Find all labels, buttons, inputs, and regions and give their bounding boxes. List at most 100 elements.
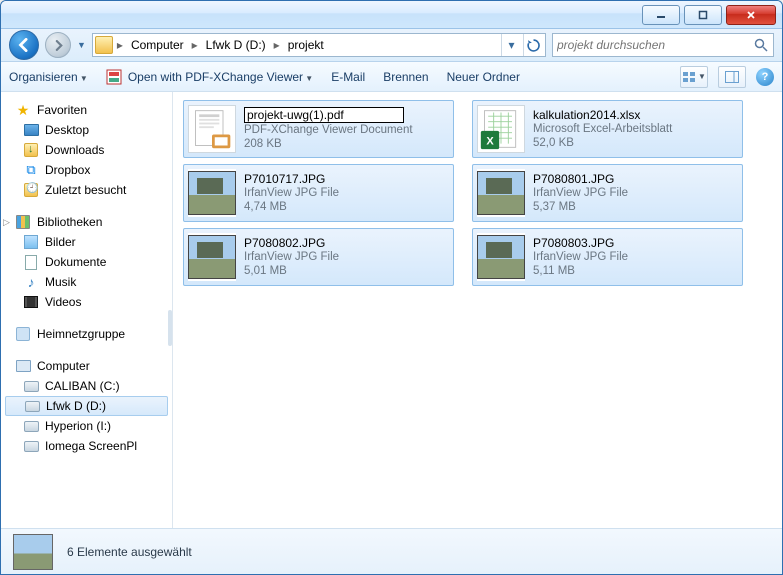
history-dropdown-icon[interactable]: ▼ <box>77 40 86 50</box>
file-pane[interactable]: projekt-uwg(1).pdfPDF-XChange Viewer Doc… <box>173 92 782 528</box>
file-name: P7080802.JPG <box>244 236 449 250</box>
search-input[interactable] <box>557 38 753 52</box>
new-folder-button[interactable]: Neuer Ordner <box>447 70 520 84</box>
refresh-button[interactable] <box>523 34 543 56</box>
file-type: IrfanView JPG File <box>244 250 449 264</box>
chevron-right-icon: ▷ <box>3 217 10 228</box>
image-thumbnail <box>477 233 525 281</box>
xlsx-icon: X <box>477 105 525 153</box>
close-button[interactable] <box>726 5 776 25</box>
view-options-button[interactable]: ▼ <box>680 66 708 88</box>
image-thumbnail <box>477 169 525 217</box>
sidebar-item-desktop[interactable]: Desktop <box>5 120 168 140</box>
file-size: 5,37 MB <box>533 200 738 214</box>
crumb-computer[interactable]: Computer <box>125 36 190 54</box>
file-size: 5,01 MB <box>244 264 449 278</box>
address-dropdown-icon[interactable]: ▾ <box>501 34 521 56</box>
file-tile[interactable]: projekt-uwg(1).pdfPDF-XChange Viewer Doc… <box>183 100 454 158</box>
sidebar-drive-d[interactable]: Lfwk D (D:) <box>5 396 168 416</box>
sidebar-resize-handle[interactable] <box>168 310 172 346</box>
sidebar-item-pictures[interactable]: Bilder <box>5 232 168 252</box>
file-type: PDF-XChange Viewer Document <box>244 123 449 137</box>
file-tile[interactable]: P7080803.JPGIrfanView JPG File5,11 MB <box>472 228 743 286</box>
burn-button[interactable]: Brennen <box>383 70 428 84</box>
file-size: 5,11 MB <box>533 264 738 278</box>
sidebar-item-music[interactable]: ♪Musik <box>5 272 168 292</box>
file-name: kalkulation2014.xlsx <box>533 108 738 122</box>
maximize-button[interactable] <box>684 5 722 25</box>
back-button[interactable] <box>9 30 39 60</box>
file-name: P7080803.JPG <box>533 236 738 250</box>
pictures-icon <box>24 235 38 249</box>
sidebar-drive-i[interactable]: Hyperion (I:) <box>5 416 168 436</box>
file-size: 208 KB <box>244 137 449 151</box>
file-tile[interactable]: P7010717.JPGIrfanView JPG File4,74 MB <box>183 164 454 222</box>
file-type: Microsoft Excel-Arbeitsblatt <box>533 122 738 136</box>
file-name: P7080801.JPG <box>533 172 738 186</box>
drive-icon <box>25 401 40 412</box>
homegroup-icon <box>16 327 30 341</box>
downloads-icon <box>24 143 38 157</box>
sidebar-drive-c[interactable]: CALIBAN (C:) <box>5 376 168 396</box>
toolbar: Organisieren Open with PDF-XChange Viewe… <box>1 62 782 92</box>
sidebar: ★Favoriten Desktop Downloads ⧉Dropbox Zu… <box>1 92 173 528</box>
explorer-window: ▼ ▸ Computer▸ Lfwk D (D:)▸ projekt ▾ Org… <box>0 0 783 575</box>
file-size: 52,0 KB <box>533 136 738 150</box>
nav-row: ▼ ▸ Computer▸ Lfwk D (D:)▸ projekt ▾ <box>1 29 782 62</box>
address-bar[interactable]: ▸ Computer▸ Lfwk D (D:)▸ projekt ▾ <box>92 33 546 57</box>
file-name: P7010717.JPG <box>244 172 449 186</box>
status-bar: 6 Elemente ausgewählt <box>1 528 782 574</box>
homegroup-header[interactable]: Heimnetzgruppe <box>5 324 168 344</box>
drive-icon <box>24 441 39 452</box>
star-icon: ★ <box>15 102 31 118</box>
file-size: 4,74 MB <box>244 200 449 214</box>
file-type: IrfanView JPG File <box>533 186 738 200</box>
search-icon <box>753 37 769 53</box>
sidebar-item-recent[interactable]: Zuletzt besucht <box>5 180 168 200</box>
libraries-icon <box>16 215 30 229</box>
svg-text:X: X <box>486 136 494 148</box>
titlebar[interactable] <box>1 1 782 29</box>
libraries-header[interactable]: ▷Bibliotheken <box>5 212 168 232</box>
favorites-header[interactable]: ★Favoriten <box>5 100 168 120</box>
pdf-icon <box>188 105 236 153</box>
organize-menu[interactable]: Organisieren <box>9 70 88 84</box>
drive-icon <box>24 421 39 432</box>
sidebar-item-documents[interactable]: Dokumente <box>5 252 168 272</box>
computer-icon <box>16 360 31 372</box>
videos-icon <box>24 296 38 308</box>
open-with-button[interactable]: Open with PDF-XChange Viewer <box>106 69 313 85</box>
drive-icon <box>24 381 39 392</box>
documents-icon <box>25 255 37 270</box>
minimize-button[interactable] <box>642 5 680 25</box>
file-type: IrfanView JPG File <box>244 186 449 200</box>
dropbox-icon: ⧉ <box>23 162 39 178</box>
computer-header[interactable]: Computer <box>5 356 168 376</box>
sidebar-item-dropbox[interactable]: ⧉Dropbox <box>5 160 168 180</box>
sidebar-drive-iomega[interactable]: Iomega ScreenPl <box>5 436 168 456</box>
music-icon: ♪ <box>23 274 39 290</box>
crumb-drive[interactable]: Lfwk D (D:) <box>200 36 272 54</box>
sidebar-item-videos[interactable]: Videos <box>5 292 168 312</box>
image-thumbnail <box>188 169 236 217</box>
desktop-icon <box>24 124 39 136</box>
file-tile[interactable]: P7080802.JPGIrfanView JPG File5,01 MB <box>183 228 454 286</box>
preview-pane-button[interactable] <box>718 66 746 88</box>
crumb-folder[interactable]: projekt <box>282 36 330 54</box>
email-button[interactable]: E-Mail <box>331 70 365 84</box>
help-button[interactable]: ? <box>756 68 774 86</box>
recent-icon <box>24 183 38 197</box>
search-box[interactable] <box>552 33 774 57</box>
image-thumbnail <box>188 233 236 281</box>
file-tile[interactable]: Xkalkulation2014.xlsxMicrosoft Excel-Arb… <box>472 100 743 158</box>
status-thumbnail <box>13 534 53 570</box>
file-tile[interactable]: P7080801.JPGIrfanView JPG File5,37 MB <box>472 164 743 222</box>
breadcrumb[interactable]: ▸ Computer▸ Lfwk D (D:)▸ projekt <box>115 36 330 54</box>
folder-icon <box>95 36 113 54</box>
file-name-editing[interactable]: projekt-uwg(1).pdf <box>244 107 404 123</box>
forward-button[interactable] <box>45 32 71 58</box>
sidebar-item-downloads[interactable]: Downloads <box>5 140 168 160</box>
status-text: 6 Elemente ausgewählt <box>67 545 192 559</box>
file-type: IrfanView JPG File <box>533 250 738 264</box>
pdf-app-icon <box>106 69 122 85</box>
